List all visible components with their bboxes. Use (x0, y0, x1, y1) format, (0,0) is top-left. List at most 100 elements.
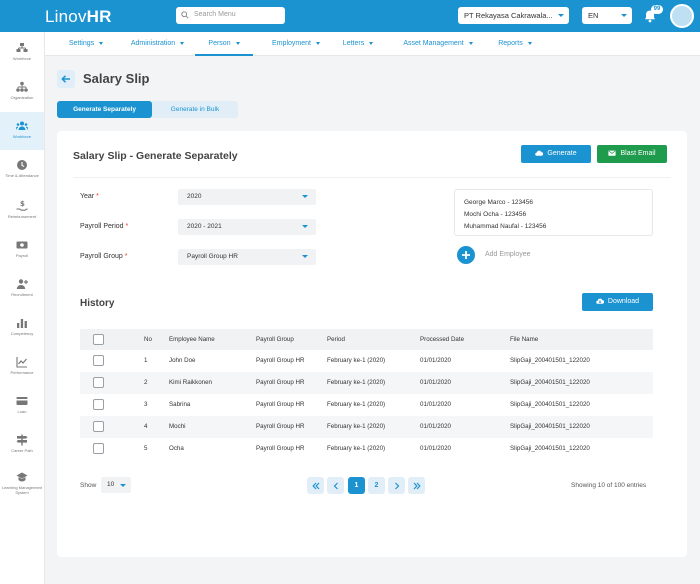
chevron-down-icon (558, 14, 564, 17)
payroll-group-value: Payroll Group HR (187, 253, 238, 260)
row-file-name[interactable]: SlipGaji_200401501_122020 (510, 438, 590, 460)
double-chevron-left-icon (311, 482, 319, 489)
blast-email-button[interactable]: Blast Email (597, 145, 667, 163)
search-input[interactable]: Search Menu (176, 7, 285, 24)
row-no: 5 (144, 445, 148, 452)
nav-item-person[interactable]: Person (195, 32, 253, 56)
row-checkbox[interactable] (93, 421, 104, 432)
row-no: 4 (144, 423, 148, 430)
sidebar-item-label: Loan (17, 409, 27, 414)
row-period: February ke-1 (2020) (327, 401, 386, 408)
sidebar-item-label: Recruitment (11, 292, 33, 297)
row-period: February ke-1 (2020) (327, 423, 386, 430)
column-header-file-name[interactable]: File Name (510, 329, 538, 350)
select-all-checkbox[interactable] (93, 334, 104, 345)
chevron-down-icon (315, 41, 320, 45)
sidebar: Workforce Organization Workforce Time & … (0, 32, 45, 584)
row-processed-date: 01/01/2020 (420, 423, 451, 430)
graduation-icon (16, 472, 28, 482)
sidebar-item-label: Time & Attendance (5, 173, 39, 178)
back-button[interactable] (57, 70, 75, 88)
generate-button[interactable]: Generate (521, 145, 591, 163)
sidebar-item-reimbursement[interactable]: $ Reimbursement (0, 192, 44, 230)
chevron-down-icon (235, 41, 240, 45)
row-file-name[interactable]: SlipGaji_200401501_122020 (510, 350, 590, 372)
divider (73, 177, 671, 178)
chevron-down-icon (369, 41, 374, 45)
column-header-no[interactable]: No (144, 329, 152, 350)
page-size-select[interactable]: 10 (101, 477, 131, 493)
sidebar-item-workforce-overview[interactable]: Workforce (0, 34, 44, 72)
sidebar-item-organization[interactable]: Organization (0, 73, 44, 111)
tab-generate-in-bulk[interactable]: Generate in Bulk (152, 101, 238, 118)
prev-page-button[interactable] (327, 477, 344, 494)
chevron-down-icon (120, 484, 126, 487)
sidebar-item-recruitment[interactable]: Recruitment (0, 270, 44, 308)
download-button[interactable]: Download (582, 293, 653, 311)
last-page-button[interactable] (408, 477, 425, 494)
add-employee-label[interactable]: Add Employee (485, 251, 531, 258)
column-header-payroll-group[interactable]: Payroll Group (256, 329, 294, 350)
nav-item-administration[interactable]: Administration (120, 32, 195, 56)
sidebar-item-label: Workforce (12, 134, 32, 139)
company-select[interactable]: PT Rekayasa Cakrawala... (458, 7, 569, 24)
user-avatar[interactable] (670, 4, 694, 28)
row-file-name[interactable]: SlipGaji_200401501_122020 (510, 394, 590, 416)
org-chart-icon (16, 43, 28, 52)
card-title: Salary Slip - Generate Separately (73, 150, 238, 162)
page-size-value: 10 (107, 481, 115, 488)
payroll-period-value: 2020 - 2021 (187, 223, 222, 230)
sidebar-item-competency[interactable]: Competency (0, 309, 44, 347)
nav-item-settings[interactable]: Settings (57, 32, 115, 56)
row-payroll-group: Payroll Group HR (256, 423, 305, 430)
row-payroll-group: Payroll Group HR (256, 445, 305, 452)
bar-chart-icon (17, 319, 27, 328)
table-row: 3 Sabrina Payroll Group HR February ke-1… (80, 394, 653, 416)
next-page-button[interactable] (388, 477, 405, 494)
sidebar-item-lms[interactable]: Learning Management System (0, 463, 44, 509)
row-checkbox[interactable] (93, 399, 104, 410)
arrow-left-icon (61, 75, 70, 83)
row-file-name[interactable]: SlipGaji_200401501_122020 (510, 372, 590, 394)
selected-employee: Muhammad Naufal - 123456 (464, 223, 547, 230)
page-button-2[interactable]: 2 (368, 477, 385, 494)
row-checkbox[interactable] (93, 355, 104, 366)
sidebar-item-payroll[interactable]: Payroll (0, 231, 44, 269)
module-nav: Settings Administration Person Employmen… (45, 32, 700, 56)
column-header-period[interactable]: Period (327, 329, 345, 350)
nav-item-asset-management[interactable]: Asset Management (397, 32, 479, 56)
payroll-group-select[interactable]: Payroll Group HR (178, 249, 316, 265)
table-header: No Employee Name Payroll Group Period Pr… (80, 329, 653, 350)
nav-item-letters[interactable]: Letters (337, 32, 379, 56)
salary-slip-card: Salary Slip - Generate Separately Genera… (57, 131, 687, 557)
sidebar-item-loan[interactable]: Loan (0, 387, 44, 425)
language-select[interactable]: EN (582, 7, 632, 24)
sidebar-item-workforce[interactable]: Workforce (0, 112, 44, 150)
nav-item-reports[interactable]: Reports (493, 32, 537, 56)
row-file-name[interactable]: SlipGaji_200401501_122020 (510, 416, 590, 438)
sidebar-item-career-path[interactable]: Career Path (0, 426, 44, 464)
row-checkbox[interactable] (93, 377, 104, 388)
nav-item-employment[interactable]: Employment (263, 32, 329, 56)
first-page-button[interactable] (307, 477, 324, 494)
card-icon (16, 397, 28, 405)
row-processed-date: 01/01/2020 (420, 401, 451, 408)
chevron-down-icon (468, 41, 473, 45)
tab-generate-separately[interactable]: Generate Separately (57, 101, 152, 118)
sidebar-item-label: Workforce (12, 56, 32, 61)
sidebar-item-time-attendance[interactable]: Time & Attendance (0, 151, 44, 189)
column-header-processed-date[interactable]: Processed Date (420, 329, 464, 350)
row-employee-name: Mochi (169, 423, 186, 430)
chevron-left-icon (333, 482, 338, 489)
page-button-1[interactable]: 1 (348, 477, 365, 494)
app-logo[interactable]: LinovHR (45, 7, 112, 27)
people-icon (16, 121, 28, 130)
payroll-period-select[interactable]: 2020 - 2021 (178, 219, 316, 235)
year-select[interactable]: 2020 (178, 189, 316, 205)
row-employee-name: Kimi Raikkonen (169, 379, 212, 386)
sidebar-item-label: Organization (10, 95, 34, 100)
sidebar-item-performance[interactable]: Performance (0, 348, 44, 386)
add-employee-button[interactable] (457, 246, 475, 264)
row-checkbox[interactable] (93, 443, 104, 454)
column-header-employee-name[interactable]: Employee Name (169, 329, 215, 350)
